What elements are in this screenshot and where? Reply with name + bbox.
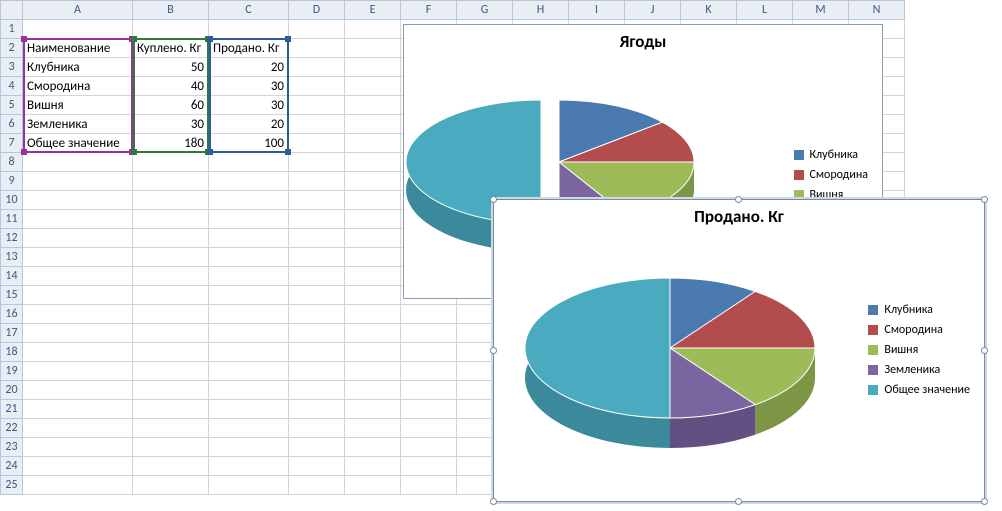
- resize-handle-icon[interactable]: [735, 498, 742, 505]
- legend-swatch-icon: [868, 385, 878, 395]
- cell[interactable]: 30: [209, 77, 289, 96]
- legend-item: Смородина: [868, 323, 970, 337]
- row-header[interactable]: 7: [1, 134, 23, 153]
- col-header-E[interactable]: E: [345, 1, 401, 20]
- pie-chart-icon: [500, 233, 840, 473]
- row-header[interactable]: 20: [1, 381, 23, 400]
- row-header[interactable]: 16: [1, 305, 23, 324]
- col-header-C[interactable]: C: [209, 1, 289, 20]
- resize-handle-icon[interactable]: [981, 498, 988, 505]
- chart-title: Ягоды: [404, 31, 882, 52]
- resize-handle-icon[interactable]: [981, 196, 988, 203]
- col-header-G[interactable]: G: [457, 1, 513, 20]
- row-header[interactable]: 1: [1, 20, 23, 39]
- col-header-K[interactable]: K: [681, 1, 737, 20]
- row-header[interactable]: 21: [1, 400, 23, 419]
- col-header-A[interactable]: A: [23, 1, 133, 20]
- cell[interactable]: 50: [133, 58, 209, 77]
- legend-item: Смородина: [794, 168, 869, 182]
- col-header-M[interactable]: M: [793, 1, 849, 20]
- row-header[interactable]: 11: [1, 210, 23, 229]
- cell[interactable]: Вишня: [23, 96, 133, 115]
- col-header-J[interactable]: J: [625, 1, 681, 20]
- cell[interactable]: 20: [209, 115, 289, 134]
- legend-item: Вишня: [868, 343, 970, 357]
- chart-legend: Клубника Смородина Вишня Земленика Общее…: [868, 297, 970, 403]
- cell[interactable]: 60: [133, 96, 209, 115]
- col-header-D[interactable]: D: [289, 1, 345, 20]
- col-header-H[interactable]: H: [513, 1, 569, 20]
- cell[interactable]: Общее значение: [23, 134, 133, 153]
- col-header-N[interactable]: N: [849, 1, 905, 20]
- row-header[interactable]: 8: [1, 153, 23, 172]
- row-header[interactable]: 2: [1, 39, 23, 58]
- row-header[interactable]: 24: [1, 457, 23, 476]
- legend-item: Клубника: [868, 303, 970, 317]
- col-header-L[interactable]: L: [737, 1, 793, 20]
- row-header[interactable]: 23: [1, 438, 23, 457]
- cell[interactable]: 30: [133, 115, 209, 134]
- resize-handle-icon[interactable]: [735, 196, 742, 203]
- legend-swatch-icon: [868, 345, 878, 355]
- row-header[interactable]: 13: [1, 248, 23, 267]
- legend-swatch-icon: [868, 325, 878, 335]
- row-header[interactable]: 10: [1, 191, 23, 210]
- cell[interactable]: Смородина: [23, 77, 133, 96]
- row-header[interactable]: 25: [1, 476, 23, 495]
- row-header[interactable]: 4: [1, 77, 23, 96]
- cell[interactable]: Земленика: [23, 115, 133, 134]
- cell[interactable]: 100: [209, 134, 289, 153]
- row-header[interactable]: 6: [1, 115, 23, 134]
- row-header[interactable]: 3: [1, 58, 23, 77]
- legend-item: Земленика: [868, 363, 970, 377]
- col-header-F[interactable]: F: [401, 1, 457, 20]
- row-header[interactable]: 22: [1, 419, 23, 438]
- legend-swatch-icon: [794, 170, 804, 180]
- row-header[interactable]: 15: [1, 286, 23, 305]
- cell[interactable]: 40: [133, 77, 209, 96]
- col-header-B[interactable]: B: [133, 1, 209, 20]
- legend-item: Общее значение: [868, 383, 970, 397]
- select-all-corner[interactable]: [1, 1, 23, 20]
- resize-handle-icon[interactable]: [490, 196, 497, 203]
- cell[interactable]: 20: [209, 58, 289, 77]
- row-header[interactable]: 12: [1, 229, 23, 248]
- row-header[interactable]: 19: [1, 362, 23, 381]
- row-header[interactable]: 14: [1, 267, 23, 286]
- cell[interactable]: Куплено. Кг: [133, 39, 209, 58]
- cell[interactable]: 30: [209, 96, 289, 115]
- col-header-I[interactable]: I: [569, 1, 625, 20]
- legend-item: Клубника: [794, 148, 869, 162]
- chart-title: Продано. Кг: [494, 206, 984, 227]
- chart-sold[interactable]: Продано. Кг Клубника Смородина Вишня Зем…: [493, 199, 985, 502]
- legend-swatch-icon: [868, 305, 878, 315]
- cell[interactable]: Наименование: [23, 39, 133, 58]
- row-header[interactable]: 17: [1, 324, 23, 343]
- legend-swatch-icon: [794, 150, 804, 160]
- row-header[interactable]: 5: [1, 96, 23, 115]
- cell[interactable]: 180: [133, 134, 209, 153]
- resize-handle-icon[interactable]: [490, 498, 497, 505]
- legend-swatch-icon: [868, 365, 878, 375]
- row-header[interactable]: 18: [1, 343, 23, 362]
- row-header[interactable]: 9: [1, 172, 23, 191]
- cell[interactable]: Продано. Кг: [209, 39, 289, 58]
- cell[interactable]: Клубника: [23, 58, 133, 77]
